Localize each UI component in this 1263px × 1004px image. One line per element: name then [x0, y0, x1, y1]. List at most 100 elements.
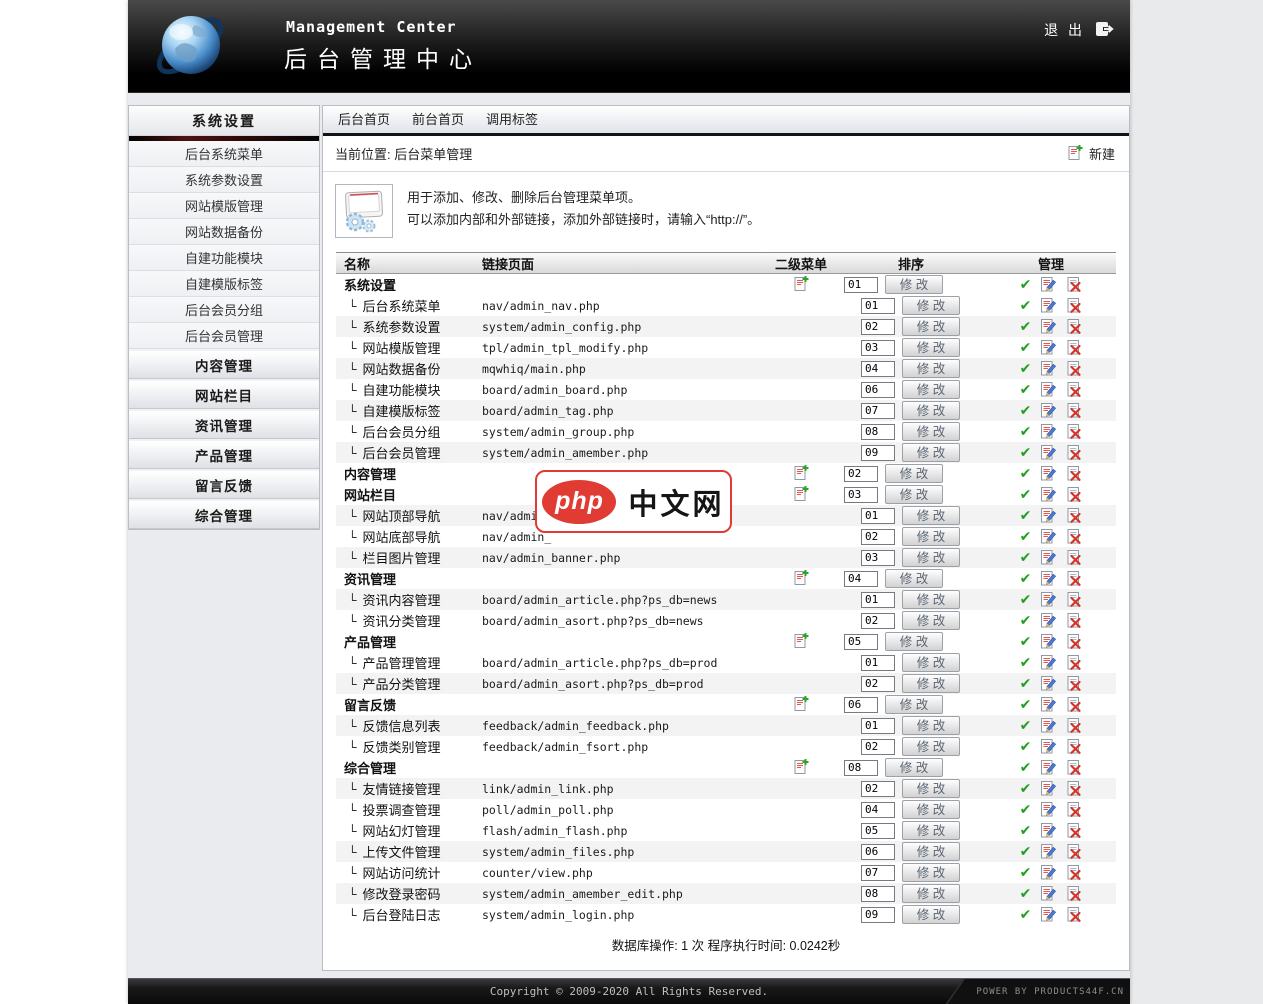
delete-icon[interactable] [1066, 339, 1082, 356]
edit-icon[interactable] [1040, 297, 1057, 314]
tab[interactable]: 调用标签 [475, 106, 549, 133]
sidebar-active-section[interactable]: 系统设置 [129, 106, 319, 136]
modify-button[interactable]: 修 改 [902, 779, 960, 798]
logout-button[interactable]: 退 出 [1044, 20, 1114, 40]
sort-input[interactable] [861, 591, 895, 608]
enabled-check-icon[interactable]: ✔ [1020, 360, 1032, 377]
edit-icon[interactable] [1040, 738, 1057, 755]
edit-icon[interactable] [1040, 339, 1057, 356]
delete-icon[interactable] [1066, 402, 1082, 419]
sort-input[interactable] [844, 486, 878, 503]
modify-button[interactable]: 修 改 [902, 842, 960, 861]
enabled-check-icon[interactable]: ✔ [1020, 780, 1032, 797]
sidebar-section-header[interactable]: 网站栏目 [129, 381, 319, 409]
add-submenu-icon[interactable] [793, 485, 809, 505]
enabled-check-icon[interactable]: ✔ [1020, 885, 1032, 902]
sort-input[interactable] [844, 570, 878, 587]
edit-icon[interactable] [1040, 885, 1057, 902]
delete-icon[interactable] [1066, 276, 1082, 293]
delete-icon[interactable] [1066, 444, 1082, 461]
sort-input[interactable] [861, 885, 895, 902]
sort-input[interactable] [844, 696, 878, 713]
enabled-check-icon[interactable]: ✔ [1020, 843, 1032, 860]
sort-input[interactable] [844, 633, 878, 650]
sidebar-section-header[interactable]: 综合管理 [129, 501, 319, 529]
modify-button[interactable]: 修 改 [902, 821, 960, 840]
edit-icon[interactable] [1040, 402, 1057, 419]
edit-icon[interactable] [1040, 486, 1057, 503]
add-submenu-icon[interactable] [793, 275, 809, 295]
enabled-check-icon[interactable]: ✔ [1020, 675, 1032, 692]
delete-icon[interactable] [1066, 318, 1082, 335]
edit-icon[interactable] [1040, 906, 1057, 923]
delete-icon[interactable] [1066, 885, 1082, 902]
sidebar-section-header[interactable]: 内容管理 [129, 351, 319, 379]
enabled-check-icon[interactable]: ✔ [1020, 276, 1032, 293]
sort-input[interactable] [861, 444, 895, 461]
edit-icon[interactable] [1040, 318, 1057, 335]
new-button[interactable]: 新建 [1067, 144, 1115, 164]
sort-input[interactable] [861, 402, 895, 419]
modify-button[interactable]: 修 改 [902, 800, 960, 819]
delete-icon[interactable] [1066, 297, 1082, 314]
enabled-check-icon[interactable]: ✔ [1020, 486, 1032, 503]
add-submenu-icon[interactable] [793, 758, 809, 778]
sidebar-section-header[interactable]: 产品管理 [129, 441, 319, 469]
enabled-check-icon[interactable]: ✔ [1020, 654, 1032, 671]
add-submenu-icon[interactable] [793, 569, 809, 589]
edit-icon[interactable] [1040, 801, 1057, 818]
enabled-check-icon[interactable]: ✔ [1020, 465, 1032, 482]
edit-icon[interactable] [1040, 822, 1057, 839]
edit-icon[interactable] [1040, 528, 1057, 545]
delete-icon[interactable] [1066, 465, 1082, 482]
edit-icon[interactable] [1040, 381, 1057, 398]
enabled-check-icon[interactable]: ✔ [1020, 381, 1032, 398]
sidebar-item[interactable]: 后台系统菜单 [129, 141, 319, 167]
enabled-check-icon[interactable]: ✔ [1020, 633, 1032, 650]
modify-button[interactable]: 修 改 [902, 338, 960, 357]
sort-input[interactable] [861, 318, 895, 335]
delete-icon[interactable] [1066, 591, 1082, 608]
enabled-check-icon[interactable]: ✔ [1020, 591, 1032, 608]
sort-input[interactable] [861, 297, 895, 314]
modify-button[interactable]: 修 改 [902, 611, 960, 630]
sort-input[interactable] [844, 465, 878, 482]
delete-icon[interactable] [1066, 507, 1082, 524]
delete-icon[interactable] [1066, 570, 1082, 587]
edit-icon[interactable] [1040, 864, 1057, 881]
enabled-check-icon[interactable]: ✔ [1020, 801, 1032, 818]
sidebar-item[interactable]: 后台会员管理 [129, 323, 319, 349]
tab[interactable]: 后台首页 [327, 106, 401, 133]
modify-button[interactable]: 修 改 [902, 863, 960, 882]
add-submenu-icon[interactable] [793, 695, 809, 715]
modify-button[interactable]: 修 改 [902, 296, 960, 315]
delete-icon[interactable] [1066, 843, 1082, 860]
edit-icon[interactable] [1040, 717, 1057, 734]
enabled-check-icon[interactable]: ✔ [1020, 297, 1032, 314]
enabled-check-icon[interactable]: ✔ [1020, 318, 1032, 335]
sidebar-item[interactable]: 网站模版管理 [129, 193, 319, 219]
edit-icon[interactable] [1040, 360, 1057, 377]
sidebar-section-header[interactable]: 留言反馈 [129, 471, 319, 499]
modify-button[interactable]: 修 改 [885, 695, 943, 714]
edit-icon[interactable] [1040, 759, 1057, 776]
sort-input[interactable] [861, 801, 895, 818]
modify-button[interactable]: 修 改 [885, 464, 943, 483]
modify-button[interactable]: 修 改 [902, 527, 960, 546]
edit-icon[interactable] [1040, 507, 1057, 524]
delete-icon[interactable] [1066, 633, 1082, 650]
delete-icon[interactable] [1066, 717, 1082, 734]
delete-icon[interactable] [1066, 360, 1082, 377]
delete-icon[interactable] [1066, 549, 1082, 566]
modify-button[interactable]: 修 改 [902, 653, 960, 672]
delete-icon[interactable] [1066, 801, 1082, 818]
sidebar-item[interactable]: 系统参数设置 [129, 167, 319, 193]
sort-input[interactable] [844, 759, 878, 776]
modify-button[interactable]: 修 改 [902, 422, 960, 441]
sort-input[interactable] [861, 381, 895, 398]
modify-button[interactable]: 修 改 [885, 632, 943, 651]
sort-input[interactable] [861, 654, 895, 671]
edit-icon[interactable] [1040, 633, 1057, 650]
delete-icon[interactable] [1066, 612, 1082, 629]
modify-button[interactable]: 修 改 [902, 443, 960, 462]
